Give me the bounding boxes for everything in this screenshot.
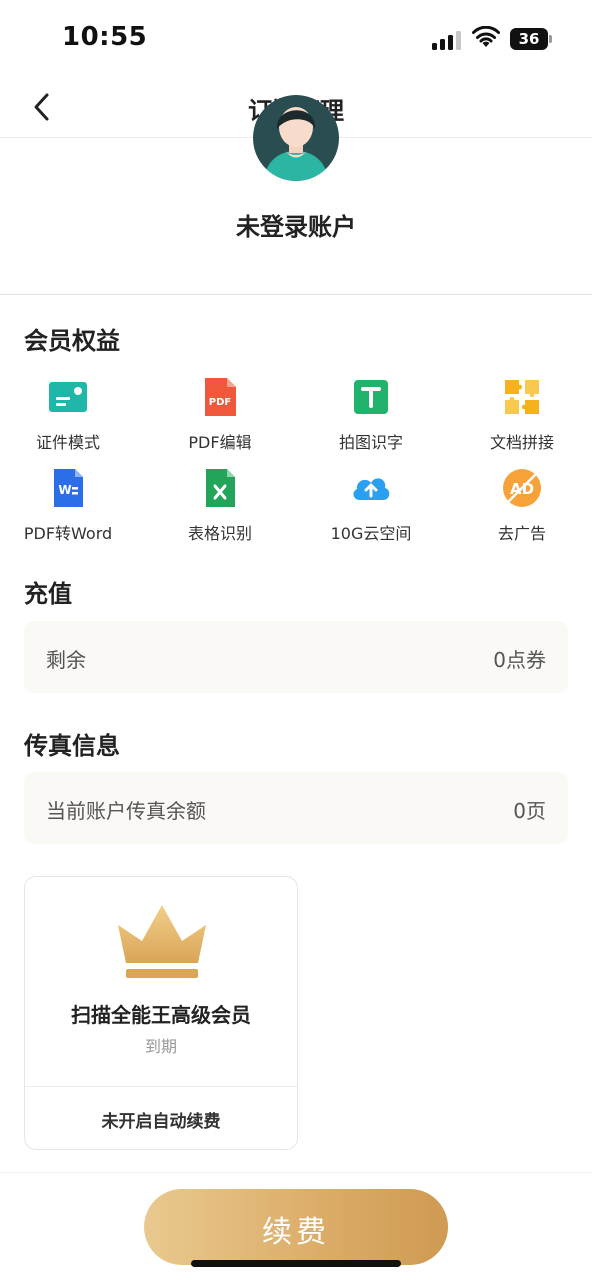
auto-renew-status: 未开启自动续费 <box>101 1112 221 1132</box>
benefit-label: 去广告 <box>497 524 546 543</box>
fax-balance-value: 0页 <box>513 799 546 823</box>
membership-card[interactable]: 扫描全能王高级会员 到期 未开启自动续费 <box>24 876 298 1150</box>
wifi-icon <box>472 26 500 47</box>
divider <box>0 1172 592 1173</box>
status-time: 10:55 <box>62 22 148 52</box>
account-name: 未登录账户 <box>236 213 356 241</box>
svg-text:W: W <box>58 483 71 497</box>
battery-level: 36 <box>518 30 540 48</box>
benefit-label: 表格识别 <box>187 524 252 543</box>
fax-balance-label: 当前账户传真余额 <box>46 799 206 823</box>
battery-icon: 36 <box>510 28 552 50</box>
svg-text:PDF: PDF <box>209 397 231 408</box>
benefit-remove-ads[interactable]: AD 去广告 <box>448 466 592 554</box>
user-avatar-icon[interactable] <box>253 95 339 181</box>
no-ad-icon: AD <box>503 469 541 507</box>
fax-balance-row: 当前账户传真余额 0页 <box>24 772 568 844</box>
benefit-label: PDF转Word <box>23 524 113 543</box>
benefit-label: 10G云空间 <box>330 524 412 543</box>
status-bar: 10:55 36 <box>0 0 592 80</box>
excel-icon <box>206 469 235 507</box>
pdf-edit-icon: PDF <box>205 378 236 416</box>
membership-title: 扫描全能王高级会员 <box>71 1003 251 1027</box>
fax-title: 传真信息 <box>24 732 120 760</box>
benefit-pdf-to-word[interactable]: W PDF转Word <box>0 466 142 554</box>
puzzle-icon <box>505 380 539 414</box>
benefit-ocr[interactable]: 拍图识字 <box>297 375 445 463</box>
cloud-upload-icon <box>353 478 390 500</box>
recharge-balance-value: 0点券 <box>493 648 546 672</box>
recharge-balance-label: 剩余 <box>46 648 86 672</box>
divider <box>25 1086 297 1087</box>
benefit-id-card-mode[interactable]: 证件模式 <box>0 375 142 463</box>
benefit-doc-merge[interactable]: 文档拼接 <box>448 375 592 463</box>
word-doc-icon: W <box>54 469 83 507</box>
benefit-label: 文档拼接 <box>489 433 554 452</box>
signal-icon <box>432 30 462 50</box>
benefits-title: 会员权益 <box>24 327 120 355</box>
benefit-cloud-storage[interactable]: 10G云空间 <box>297 466 445 554</box>
benefit-label: 拍图识字 <box>338 433 403 452</box>
recharge-balance-row: 剩余 0点券 <box>24 621 568 693</box>
renew-button-label: 续费 <box>262 1215 330 1250</box>
profile-header: 未登录账户 <box>0 95 592 295</box>
ocr-text-icon <box>354 380 388 414</box>
benefit-label: PDF编辑 <box>188 433 252 452</box>
renew-button[interactable]: 续费 <box>144 1189 448 1265</box>
benefit-table-recognition[interactable]: 表格识别 <box>146 466 294 554</box>
benefit-pdf-edit[interactable]: PDF PDF编辑 <box>146 375 294 463</box>
id-card-icon <box>49 382 87 412</box>
home-indicator[interactable] <box>191 1260 401 1267</box>
crown-icon <box>118 905 206 978</box>
membership-status: 到期 <box>144 1037 177 1056</box>
benefit-label: 证件模式 <box>35 433 100 452</box>
recharge-title: 充值 <box>24 580 72 608</box>
